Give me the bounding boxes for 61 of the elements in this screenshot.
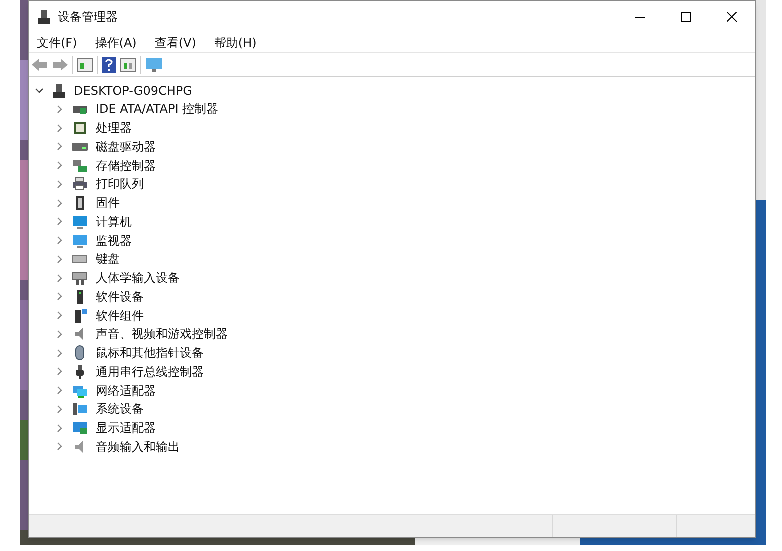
- expand-icon[interactable]: [55, 292, 64, 302]
- expand-icon[interactable]: [55, 330, 64, 339]
- menu-item[interactable]: 文件(F): [33, 34, 82, 52]
- tree-item[interactable]: 系统设备: [96, 400, 144, 418]
- tree-item[interactable]: 存储控制器: [96, 156, 156, 175]
- expand-icon[interactable]: [55, 348, 64, 358]
- expand-icon[interactable]: [55, 254, 64, 264]
- tree-item[interactable]: 鼠标和其他指针设备: [96, 344, 204, 362]
- tree-item[interactable]: 磁盘驱动器: [96, 138, 156, 156]
- tree-item[interactable]: 声音、视频和游戏控制器: [96, 325, 228, 344]
- monitor-icon: [72, 214, 88, 230]
- window-title: 设备管理器: [58, 9, 118, 26]
- printer-icon: [72, 176, 88, 192]
- storage-icon: [72, 158, 88, 174]
- tree-item[interactable]: DESKTOP-G09CHPG: [74, 82, 192, 100]
- expand-icon[interactable]: [55, 311, 64, 320]
- menu-item[interactable]: 查看(V): [150, 34, 200, 52]
- expand-icon[interactable]: [55, 142, 64, 152]
- panel-icon[interactable]: [120, 58, 136, 72]
- tree-item[interactable]: 通用串行总线控制器: [96, 362, 204, 381]
- expand-icon[interactable]: [55, 180, 64, 189]
- tree-item[interactable]: 键盘: [96, 250, 120, 268]
- expand-icon[interactable]: [55, 274, 64, 283]
- expand-icon[interactable]: [55, 161, 64, 170]
- collapse-icon[interactable]: [35, 86, 44, 95]
- tree-item[interactable]: 监视器: [96, 232, 132, 250]
- maximize-icon: [681, 12, 691, 22]
- expand-icon[interactable]: [55, 198, 64, 208]
- expand-icon[interactable]: [55, 124, 64, 133]
- chip-icon: [72, 120, 88, 136]
- tree-item[interactable]: 软件设备: [96, 288, 144, 306]
- tree-item[interactable]: 音频输入和输出: [96, 438, 180, 456]
- display-icon: [72, 420, 88, 436]
- expand-icon[interactable]: [55, 104, 64, 114]
- tree-item[interactable]: 显示适配器: [96, 419, 156, 438]
- expand-icon[interactable]: [55, 442, 64, 452]
- expand-icon[interactable]: [55, 217, 64, 226]
- tree-item[interactable]: 网络适配器: [96, 382, 156, 400]
- minimize-icon: [635, 16, 645, 18]
- back-icon[interactable]: [32, 58, 48, 72]
- expand-icon[interactable]: [55, 424, 64, 433]
- menu-item[interactable]: 操作(A): [91, 34, 141, 52]
- panel-icon[interactable]: [77, 58, 93, 72]
- tree-item[interactable]: 处理器: [96, 119, 132, 138]
- expand-icon[interactable]: [55, 386, 64, 396]
- menu-item[interactable]: 帮助(H): [210, 34, 261, 52]
- tree-item[interactable]: 固件: [96, 194, 120, 212]
- tree-item[interactable]: 人体学输入设备: [96, 269, 180, 288]
- tree-item[interactable]: 软件组件: [96, 306, 144, 325]
- expand-icon[interactable]: [55, 367, 64, 376]
- close-icon: [727, 12, 737, 22]
- monitor-icon[interactable]: [145, 56, 163, 72]
- expand-icon[interactable]: [55, 236, 64, 246]
- monitor-icon: [72, 232, 88, 249]
- tree-item[interactable]: 打印队列: [96, 175, 144, 194]
- tree-item[interactable]: IDE ATA/ATAPI 控制器: [96, 100, 219, 118]
- expand-icon[interactable]: [55, 404, 64, 414]
- device-icon: [72, 308, 88, 324]
- help-icon[interactable]: [102, 56, 116, 72]
- forward-icon[interactable]: [52, 58, 68, 72]
- tree-item[interactable]: 计算机: [96, 212, 132, 231]
